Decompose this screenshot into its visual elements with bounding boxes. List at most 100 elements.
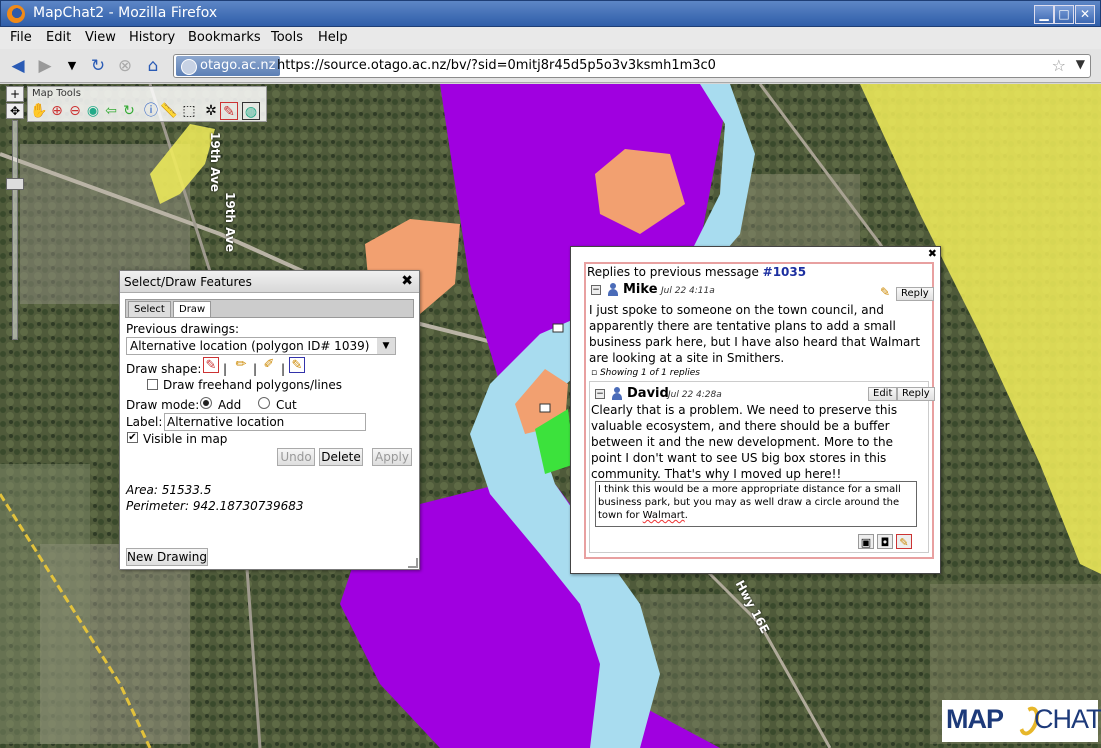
select-box-icon[interactable]: ⬚ (180, 102, 198, 120)
thread-header-prefix: Replies to previous message (587, 265, 759, 279)
draw-link-icon[interactable]: ✎ (896, 534, 912, 549)
line-shape-icon[interactable]: ✏ (233, 357, 249, 373)
thread-message-link[interactable]: #1035 (763, 265, 806, 279)
zoom-in-icon[interactable]: ⊕ (48, 102, 66, 120)
zoom-control: + ✥ (6, 86, 24, 346)
reply-message: − David Jul 22 4:28a Edit Reply Clearly … (589, 381, 935, 553)
draw-polygon-icon[interactable]: ✎ (220, 102, 238, 120)
dialog-header: Select/Draw Features ✖ (120, 271, 419, 293)
previous-extent-icon[interactable]: ⇦ (102, 102, 120, 120)
dialog-title: Select/Draw Features (124, 275, 252, 289)
maximize-button[interactable]: □ (1054, 5, 1074, 24)
minimize-button[interactable]: ▁ (1034, 5, 1054, 24)
previous-drawings-label: Previous drawings: (126, 322, 240, 336)
replies-count: ▫ Showing 1 of 1 replies (591, 368, 700, 378)
zoom-in-button[interactable]: + (6, 86, 24, 102)
freehand-checkbox[interactable] (147, 379, 158, 390)
close-icon[interactable]: ✖ (928, 247, 937, 260)
attach-image-icon[interactable]: ▣ (858, 534, 874, 549)
select-draw-dialog: Select/Draw Features ✖ Select Draw Previ… (119, 270, 420, 570)
spellcheck-word: Walmart (642, 510, 685, 521)
url-text[interactable]: https://source.otago.ac.nz/bv/?sid=0mitj… (277, 58, 716, 73)
zoom-track[interactable] (12, 120, 18, 340)
menu-view[interactable]: View (85, 30, 116, 45)
label-input[interactable]: Alternative location (164, 413, 366, 431)
new-drawing-button[interactable]: New Drawing (126, 548, 208, 566)
edit-button[interactable]: Edit (868, 387, 898, 401)
mapchat-logo: MAP CHAT (942, 700, 1101, 742)
collapse-icon[interactable]: − (591, 285, 601, 295)
polygon-shape-icon[interactable]: ✎ (203, 357, 219, 373)
dialog-tabs: Select Draw (125, 299, 414, 318)
site-identity[interactable]: otago.ac.nz (176, 56, 281, 76)
message-date: Jul 22 4:28a (668, 390, 722, 400)
url-dropdown-icon[interactable]: ▼ (1076, 57, 1085, 71)
info-icon[interactable]: ⓘ (142, 102, 160, 120)
menu-edit[interactable]: Edit (46, 30, 71, 45)
menu-bookmarks[interactable]: Bookmarks (188, 30, 261, 45)
perimeter-value: Perimeter: 942.18730739683 (126, 499, 304, 513)
forward-icon[interactable]: ▶ (35, 56, 55, 76)
ruler-icon[interactable]: 📏 (160, 102, 178, 120)
globe-icon[interactable]: ◉ (84, 102, 102, 120)
reply-button[interactable]: Reply (897, 387, 935, 401)
previous-drawings-value: Alternative location (polygon ID# 1039) (130, 339, 370, 353)
refresh-icon[interactable]: ↻ (120, 102, 138, 120)
point-shape-icon[interactable]: ✐ (261, 357, 277, 373)
window-title: MapChat2 - Mozilla Firefox (33, 5, 218, 21)
menu-help[interactable]: Help (318, 30, 348, 45)
thread-header: Replies to previous message #1035 (587, 265, 806, 279)
message-author: David (627, 386, 669, 401)
collapse-icon[interactable]: − (595, 389, 605, 399)
zoom-pan-button[interactable]: ✥ (6, 103, 24, 119)
previous-drawings-select[interactable]: Alternative location (polygon ID# 1039) … (126, 337, 396, 355)
message-thread: Replies to previous message #1035 − Mike… (584, 262, 935, 559)
pan-hand-icon[interactable]: ✋ (30, 102, 48, 120)
menu-file[interactable]: File (10, 30, 32, 45)
zoom-out-icon[interactable]: ⊖ (66, 102, 84, 120)
logo-map-text: MAP (946, 704, 1004, 734)
reply-button[interactable]: Reply (896, 287, 934, 301)
stop-icon[interactable]: ⊗ (115, 56, 135, 76)
delete-button[interactable]: Delete (319, 448, 363, 466)
chat-globe-icon[interactable]: ◍ (242, 102, 260, 120)
map-canvas[interactable]: 19th Ave 19th Ave Hwy 16E + ✥ Map Tools … (0, 84, 1101, 748)
undo-button[interactable]: Undo (277, 448, 315, 466)
visible-checkbox[interactable]: ✔ (127, 432, 138, 443)
tab-draw[interactable]: Draw (173, 301, 212, 318)
bookmark-star-icon[interactable]: ☆ (1052, 56, 1066, 75)
map-link-icon[interactable]: ✎ (880, 285, 890, 299)
message-body: I just spoke to someone on the town coun… (589, 303, 921, 365)
tab-select[interactable]: Select (128, 301, 171, 318)
window-titlebar: MapChat2 - Mozilla Firefox ▁ □ ✕ (0, 0, 1101, 27)
road-label: 19th Ave (208, 132, 222, 192)
reload-icon[interactable]: ↻ (88, 56, 108, 76)
reply-textarea[interactable]: I think this would be a more appropriate… (595, 481, 917, 527)
menu-history[interactable]: History (129, 30, 175, 45)
navigation-toolbar: ◀ ▶ ▼ ↻ ⊗ ⌂ otago.ac.nz https://source.o… (0, 49, 1101, 83)
apply-button[interactable]: Apply (372, 448, 412, 466)
user-icon (607, 283, 619, 296)
message-date: Jul 22 4:11a (661, 286, 715, 296)
visible-label: Visible in map (143, 432, 228, 446)
message-popup: ✖ Replies to previous message #1035 − Mi… (570, 246, 941, 574)
resize-handle[interactable] (408, 558, 418, 568)
network-icon[interactable]: ✲ (202, 102, 220, 120)
zoom-slider-handle[interactable] (6, 178, 24, 190)
chevron-down-icon[interactable]: ▼ (377, 338, 395, 354)
close-icon[interactable]: ✖ (401, 273, 413, 289)
home-icon[interactable]: ⌂ (143, 56, 163, 76)
back-icon[interactable]: ◀ (8, 56, 28, 76)
draw-mode-label: Draw mode: (126, 398, 200, 412)
mode-cut-label: Cut (276, 398, 297, 412)
user-icon (611, 387, 623, 400)
mode-add-radio[interactable] (200, 397, 212, 409)
freehand-label: Draw freehand polygons/lines (163, 378, 342, 392)
menu-tools[interactable]: Tools (271, 30, 303, 45)
url-bar[interactable]: otago.ac.nz https://source.otago.ac.nz/b… (173, 54, 1091, 78)
edit-shape-icon[interactable]: ✎ (289, 357, 305, 373)
camera-icon[interactable]: ◘ (877, 534, 893, 549)
history-dropdown-icon[interactable]: ▼ (62, 56, 82, 76)
mode-cut-radio[interactable] (258, 397, 270, 409)
close-button[interactable]: ✕ (1075, 5, 1095, 24)
